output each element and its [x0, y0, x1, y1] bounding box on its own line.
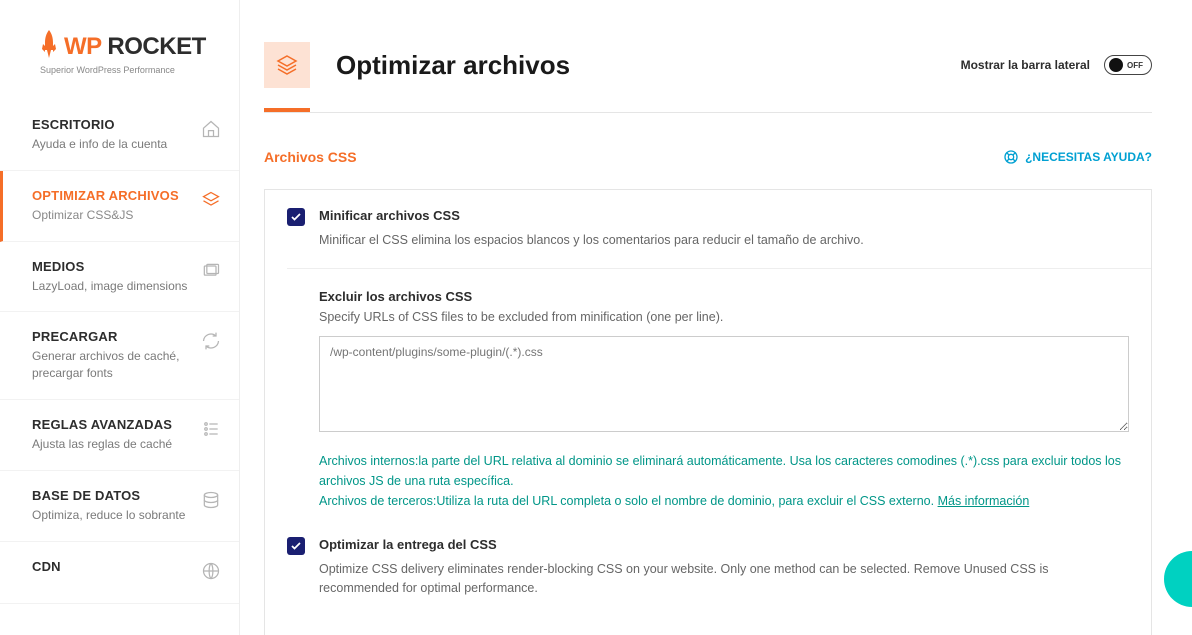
minify-css-checkbox[interactable] [287, 208, 305, 226]
exclude-css-desc: Specify URLs of CSS files to be excluded… [319, 310, 1129, 324]
minify-css-title: Minificar archivos CSS [319, 208, 1129, 223]
sliders-icon [201, 419, 221, 444]
sidebar-item-reglas-avanzadas[interactable]: REGLAS AVANZADAS Ajusta las reglas de ca… [0, 400, 239, 471]
nav-title: OPTIMIZAR ARCHIVOS [32, 188, 179, 203]
sidebar-item-medios[interactable]: MEDIOS LazyLoad, image dimensions [0, 242, 239, 313]
globe-icon [201, 561, 221, 586]
toggle-sidebar-label: Mostrar la barra lateral [961, 58, 1090, 72]
nav-sub: Ayuda e info de la cuenta [32, 136, 167, 153]
nav-title: PRECARGAR [32, 329, 193, 344]
refresh-icon [201, 331, 221, 356]
sidebar-item-escritorio[interactable]: ESCRITORIO Ayuda e info de la cuenta [0, 100, 239, 171]
exclude-css-textarea[interactable] [319, 336, 1129, 432]
nav-sub: LazyLoad, image dimensions [32, 278, 187, 295]
toggle-sidebar-switch[interactable]: OFF [1104, 55, 1152, 75]
exclude-hint: Archivos internos:la parte del URL relat… [319, 451, 1129, 511]
database-icon [201, 490, 221, 515]
minify-css-desc: Minificar el CSS elimina los espacios bl… [319, 231, 1129, 250]
logo: WP ROCKET Superior WordPress Performance [0, 0, 239, 100]
css-options-box: Minificar archivos CSS Minificar el CSS … [264, 189, 1152, 635]
sidebar-item-cdn[interactable]: CDN [0, 542, 239, 604]
optimize-delivery-title: Optimizar la entrega del CSS [319, 537, 1129, 552]
sidebar-item-base-de-datos[interactable]: BASE DE DATOS Optimiza, reduce lo sobran… [0, 471, 239, 542]
layers-icon [201, 190, 221, 215]
nav-title: REGLAS AVANZADAS [32, 417, 172, 432]
main-content: Optimizar archivos Mostrar la barra late… [240, 0, 1192, 635]
nav-title: CDN [32, 559, 61, 574]
nav-title: MEDIOS [32, 259, 187, 274]
check-icon [290, 211, 302, 223]
inner-divider [287, 268, 1151, 269]
sidebar-item-precargar[interactable]: PRECARGAR Generar archivos de caché, pre… [0, 312, 239, 400]
optimize-delivery-checkbox[interactable] [287, 537, 305, 555]
nav-sub: Optimiza, reduce lo sobrante [32, 507, 185, 524]
nav-title: BASE DE DATOS [32, 488, 185, 503]
toggle-state-text: OFF [1127, 61, 1143, 70]
home-icon [201, 119, 221, 144]
nav-sub: Optimizar CSS&JS [32, 207, 179, 224]
toggle-knob [1109, 58, 1123, 72]
check-icon [290, 540, 302, 552]
nav-sub: Generar archivos de caché, precargar fon… [32, 348, 193, 382]
more-info-link[interactable]: Más información [938, 494, 1030, 508]
page-header: Optimizar archivos Mostrar la barra late… [240, 0, 1192, 98]
exclude-css-title: Excluir los archivos CSS [319, 289, 1129, 304]
sidebar: WP ROCKET Superior WordPress Performance… [0, 0, 240, 635]
page-title: Optimizar archivos [336, 50, 935, 81]
nav-sub: Ajusta las reglas de caché [32, 436, 172, 453]
help-text: ¿NECESITAS AYUDA? [1025, 150, 1152, 164]
sidebar-item-optimizar-archivos[interactable]: OPTIMIZAR ARCHIVOS Optimizar CSS&JS [0, 171, 239, 242]
lifebuoy-icon [1003, 149, 1019, 165]
optimize-delivery-desc: Optimize CSS delivery eliminates render-… [319, 560, 1129, 598]
page-layers-icon [264, 42, 310, 88]
nav-title: ESCRITORIO [32, 117, 167, 132]
images-icon [201, 261, 221, 286]
section-title-css: Archivos CSS [264, 149, 357, 165]
logo-tagline: Superior WordPress Performance [40, 65, 209, 75]
rocket-icon [40, 30, 58, 63]
help-link[interactable]: ¿NECESITAS AYUDA? [1003, 149, 1152, 165]
